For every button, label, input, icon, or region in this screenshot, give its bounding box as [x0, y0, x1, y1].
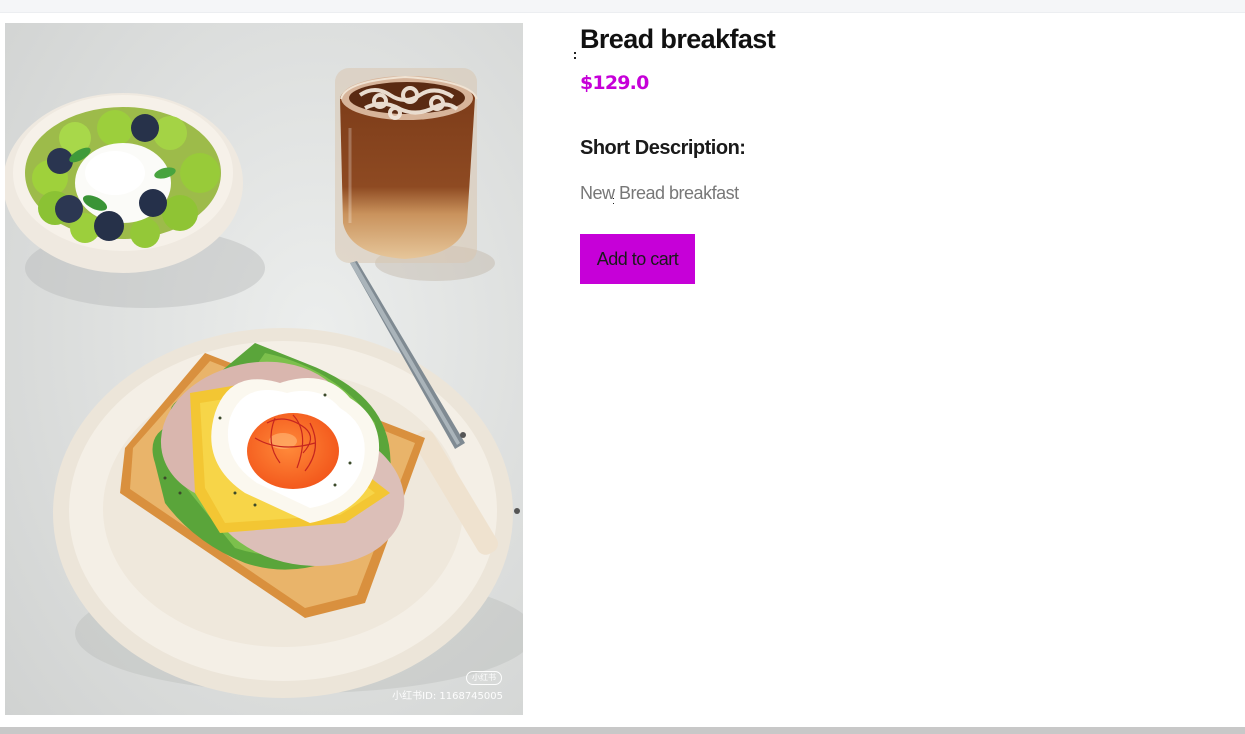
product-image: 小红书 小红书ID: 1168745005	[5, 23, 523, 715]
product-title: Bread breakfast	[580, 24, 776, 54]
short-description-heading: Short Description:	[580, 137, 746, 159]
short-description-text: New Bread breakfast	[580, 183, 739, 203]
product-price: $129.0	[580, 72, 649, 94]
bottom-bar	[0, 727, 1245, 734]
top-bar	[0, 0, 1245, 13]
watermark-badge: 小红书	[466, 671, 502, 685]
stray-mark	[574, 52, 576, 54]
bread-breakfast-photo	[5, 23, 523, 715]
stray-mark	[574, 57, 576, 59]
add-to-cart-button[interactable]: Add to cart	[580, 234, 695, 284]
watermark-id: 小红书ID: 1168745005	[392, 691, 503, 702]
